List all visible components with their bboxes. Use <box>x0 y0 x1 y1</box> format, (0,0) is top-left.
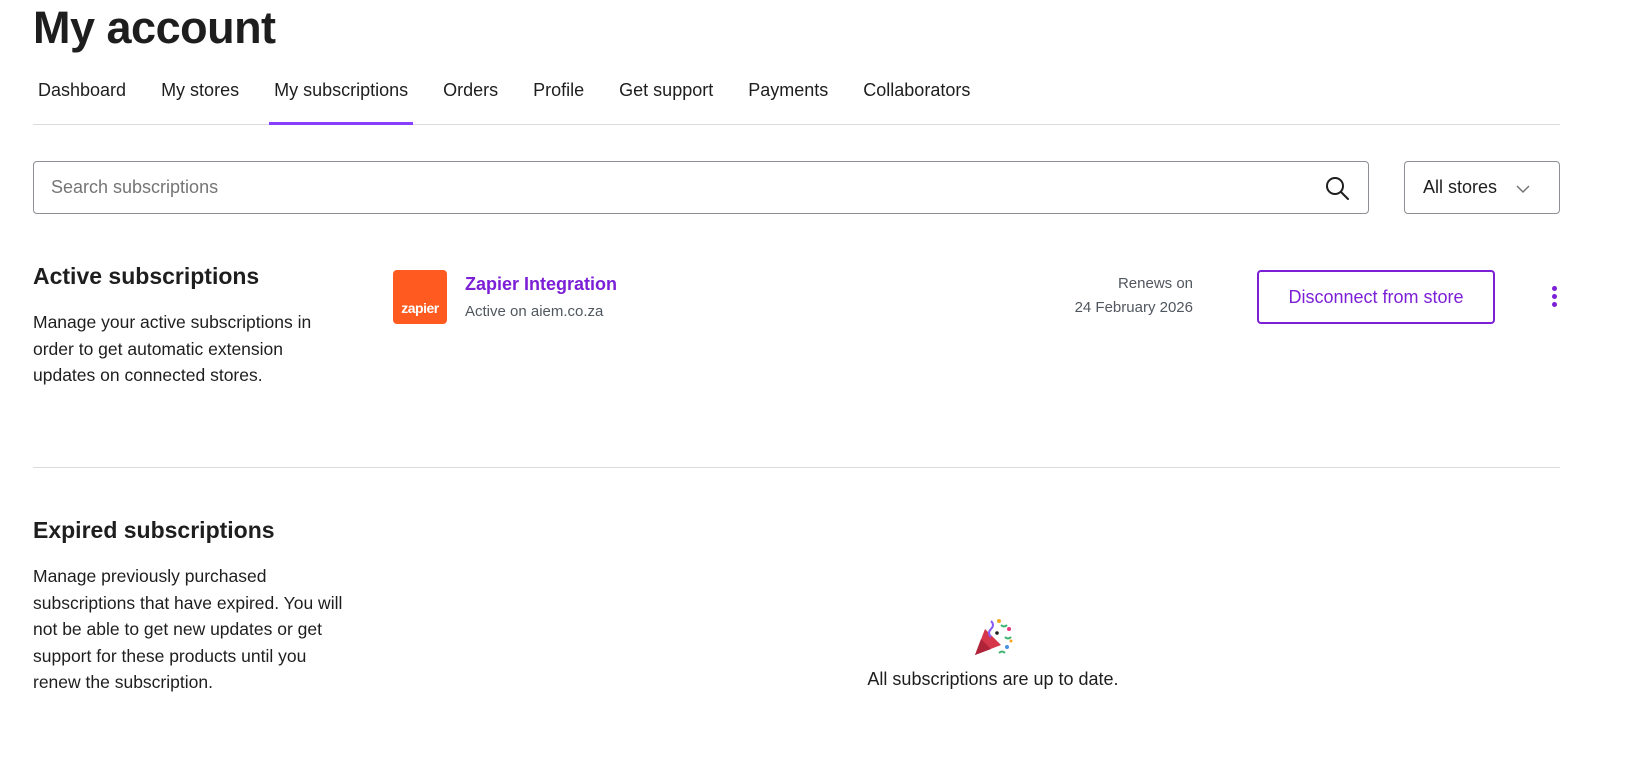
zapier-logo-text: zapier <box>401 300 439 316</box>
search-icon[interactable] <box>1324 175 1350 201</box>
expired-subscriptions-title: Expired subscriptions <box>33 517 275 543</box>
zapier-logo: zapier <box>393 270 447 324</box>
tab-collaborators[interactable]: Collaborators <box>858 70 975 124</box>
renews-date: 24 February 2026 <box>1074 299 1193 316</box>
renews-label: Renews on <box>1117 275 1193 292</box>
section-divider <box>33 467 1560 468</box>
tab-orders[interactable]: Orders <box>438 70 503 124</box>
search-input[interactable] <box>51 162 1301 213</box>
tab-dashboard[interactable]: Dashboard <box>33 70 131 124</box>
disconnect-from-store-button[interactable]: Disconnect from store <box>1257 270 1495 324</box>
active-subscriptions-description: Manage your active subscriptions in orde… <box>33 312 312 385</box>
active-subscriptions-title: Active subscriptions <box>33 263 260 289</box>
tab-get-support[interactable]: Get support <box>614 70 718 124</box>
account-tabs: Dashboard My stores My subscriptions Ord… <box>33 70 1560 125</box>
chevron-down-icon <box>1516 185 1530 194</box>
tab-my-stores[interactable]: My stores <box>156 70 244 124</box>
tab-profile[interactable]: Profile <box>528 70 589 124</box>
vertical-ellipsis-icon[interactable] <box>1549 286 1559 310</box>
party-popper-icon <box>975 619 1013 655</box>
product-name-link[interactable]: Zapier Integration <box>465 274 617 295</box>
empty-state-message: All subscriptions are up to date. <box>867 669 1119 689</box>
empty-state: All subscriptions are up to date. <box>783 615 1203 690</box>
search-box <box>33 161 1369 214</box>
store-filter-value: All stores <box>1423 177 1498 197</box>
store-filter-select[interactable]: All stores <box>1404 161 1560 214</box>
expired-subscriptions-description: Manage previously purchased subscription… <box>33 566 343 692</box>
tab-payments[interactable]: Payments <box>743 70 833 124</box>
page-title: My account <box>33 2 276 53</box>
product-status: Active on aiem.co.za <box>465 303 604 320</box>
tab-my-subscriptions[interactable]: My subscriptions <box>269 70 414 125</box>
renewal-info: Renews on 24 February 2026 <box>1075 272 1193 320</box>
